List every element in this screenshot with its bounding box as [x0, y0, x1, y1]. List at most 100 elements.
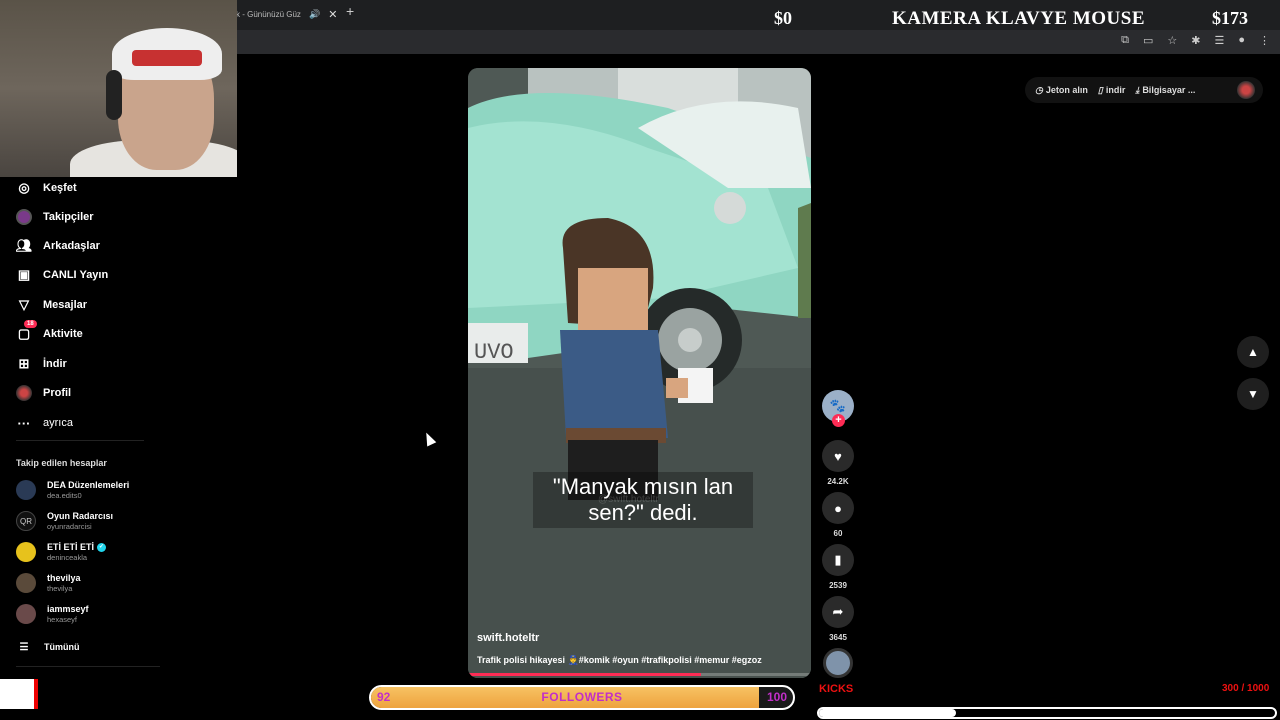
webcam-headset: [106, 70, 122, 120]
activity-badge: 18: [24, 320, 37, 328]
sidebar-item-label: CANLI Yayın: [43, 269, 109, 281]
chevron-up-icon: ▲: [1247, 345, 1259, 359]
mouse-cursor-icon: [421, 430, 437, 447]
phone-icon: ▯: [1097, 84, 1103, 95]
tab-title: k - Gününüzü Güz: [236, 9, 301, 19]
video-frame-pixel-art: UVO: [468, 68, 811, 678]
followed-account[interactable]: DEA Düzenlemeleri dea.edits0: [16, 480, 129, 500]
download-label: indir: [1105, 85, 1126, 95]
account-name: Oyun Radarcısı: [47, 511, 114, 521]
translate-icon[interactable]: ⧉: [1121, 34, 1129, 47]
user-avatar[interactable]: [1237, 81, 1255, 99]
like-count: 24.2K: [827, 477, 849, 486]
account-name: thevilya: [47, 573, 81, 583]
sidebar-item-label: Profil: [43, 387, 72, 399]
video-progress-bar[interactable]: [468, 673, 811, 676]
extensions-icon[interactable]: ✱: [1191, 34, 1200, 47]
download-box-icon: ⊞: [18, 356, 30, 371]
compass-icon: ◎: [18, 180, 30, 195]
share-count: 3645: [829, 633, 847, 642]
chevron-down-icon: ▼: [1247, 387, 1259, 401]
menu-kebab-icon[interactable]: ⋮: [1259, 34, 1270, 47]
save-count: 2539: [829, 581, 847, 590]
followed-accounts-title: Takip edilen hesaplar: [16, 458, 107, 468]
avatar: QR: [16, 511, 36, 531]
save-button[interactable]: ▮: [822, 544, 854, 576]
kicks-goal-bar: [817, 707, 1277, 719]
more-icon: ···: [17, 415, 31, 431]
coin-icon: ◷: [1035, 84, 1043, 95]
previous-video-button[interactable]: ▲: [1237, 336, 1269, 368]
followed-account[interactable]: ETİ ETİ ETİ ✓ deninceakla: [16, 542, 107, 562]
followed-account[interactable]: thevilya thevilya: [16, 573, 81, 593]
new-tab-button[interactable]: +: [346, 3, 354, 19]
profile-icon[interactable]: ●: [1238, 34, 1245, 47]
sidebar-item-more[interactable]: ··· ayrıca: [16, 415, 73, 431]
account-name: DEA Düzenlemeleri: [47, 480, 130, 490]
avatar: [16, 573, 36, 593]
cast-icon[interactable]: ▭: [1143, 34, 1153, 47]
comment-button[interactable]: ●: [822, 492, 854, 524]
video-caption: "Manyak mısın lan sen?" dedi.: [533, 472, 753, 528]
kicks-count: 300 / 1000: [1222, 683, 1270, 694]
video-progress-fill: [468, 673, 702, 676]
video-author[interactable]: swift.hoteltr: [477, 632, 539, 644]
followed-account[interactable]: QR Oyun Radarcısı oyunradarcisi: [16, 511, 113, 531]
music-disc-icon[interactable]: [823, 648, 853, 678]
sidebar-item-label: İndir: [43, 358, 67, 370]
download-app-button[interactable]: ▯ indir: [1098, 85, 1125, 96]
share-button[interactable]: ➦: [822, 596, 854, 628]
follow-button[interactable]: +: [832, 414, 845, 427]
sidebar-item-label: Aktivite: [43, 328, 83, 340]
browser-extension-icons: ⧉ ▭ ☆ ✱ ☰ ● ⋮: [1121, 34, 1270, 47]
sidebar: ◎ Keşfet Takipçiler 👥︎ Arkadaşlar ▣ CANL…: [0, 177, 237, 720]
get-coins-button[interactable]: ◷ Jeton alın: [1035, 85, 1088, 96]
donation-target: $173: [1212, 8, 1248, 28]
avatar-glyph-icon: 🐾: [829, 398, 847, 413]
see-all-accounts-button[interactable]: ☰ Tümünü: [16, 639, 80, 655]
sidebar-item-profile[interactable]: Profil: [16, 385, 71, 401]
like-button[interactable]: ♥: [822, 440, 854, 472]
reading-list-icon[interactable]: ☰: [1214, 34, 1224, 47]
sidebar-item-activity[interactable]: ▢ 18 Aktivite: [16, 320, 83, 342]
video-description[interactable]: Trafik polisi hikayesi 👮‍♂️#komik #oyun …: [477, 655, 807, 666]
avatar: [16, 480, 36, 500]
followers-goal-bar: 92 FOLLOWERS 100: [369, 685, 795, 710]
sidebar-item-label: Arkadaşlar: [43, 240, 100, 252]
video-player[interactable]: UVO @swift.hoteltr "Manyak mısın lan sen…: [468, 68, 811, 678]
speaker-icon[interactable]: 🔊: [309, 9, 320, 20]
desktop-app-button[interactable]: ⤓ Bilgisayar ...: [1135, 85, 1195, 96]
sidebar-item-explore[interactable]: ◎ Keşfet: [16, 180, 77, 196]
sidebar-item-followers[interactable]: Takipçiler: [16, 209, 94, 225]
account-handle: dea.edits0: [47, 491, 82, 500]
sidebar-item-label: Takipçiler: [43, 211, 94, 223]
sidebar-item-messages[interactable]: ▽ Mesajlar: [16, 297, 87, 313]
account-handle: hexaseyf: [47, 615, 78, 624]
verified-check-icon: ✓: [97, 543, 107, 552]
bookmark-icon: ▮: [834, 552, 842, 567]
account-name-row: ETİ ETİ ETİ ✓: [47, 542, 107, 553]
profile-avatar-icon: [16, 385, 32, 401]
send-icon: ▽: [19, 297, 29, 312]
close-icon[interactable]: ✕: [328, 8, 337, 21]
live-tv-icon: ▣: [17, 267, 31, 282]
avatar: [16, 542, 36, 562]
bookmark-star-icon[interactable]: ☆: [1167, 34, 1177, 47]
sidebar-item-friends[interactable]: 👥︎ Arkadaşlar: [16, 238, 100, 254]
sidebar-item-download[interactable]: ⊞ İndir: [16, 356, 67, 372]
heart-icon: ♥: [834, 448, 842, 464]
followed-account[interactable]: iammseyf hexaseyf: [16, 604, 89, 624]
sidebar-item-label: Keşfet: [43, 182, 77, 194]
desktop-label: Bilgisayar ...: [1142, 85, 1196, 95]
see-all-label: Tümünü: [44, 642, 80, 652]
next-video-button[interactable]: ▼: [1237, 378, 1269, 410]
svg-text:UVO: UVO: [474, 340, 514, 365]
browser-tab[interactable]: k - Gününüzü Güz 🔊 ✕: [236, 3, 340, 25]
account-name: iammseyf: [47, 604, 89, 614]
friends-icon: 👥︎: [15, 238, 33, 253]
sidebar-item-live[interactable]: ▣ CANLI Yayın: [16, 267, 108, 283]
donation-goal-title: KAMERA KLAVYE MOUSE: [892, 8, 1146, 29]
top-action-bar: ◷ Jeton alın ▯ indir ⤓ Bilgisayar ...: [1025, 77, 1263, 103]
account-handle: deninceakla: [47, 553, 88, 562]
comment-icon: ●: [834, 500, 842, 516]
